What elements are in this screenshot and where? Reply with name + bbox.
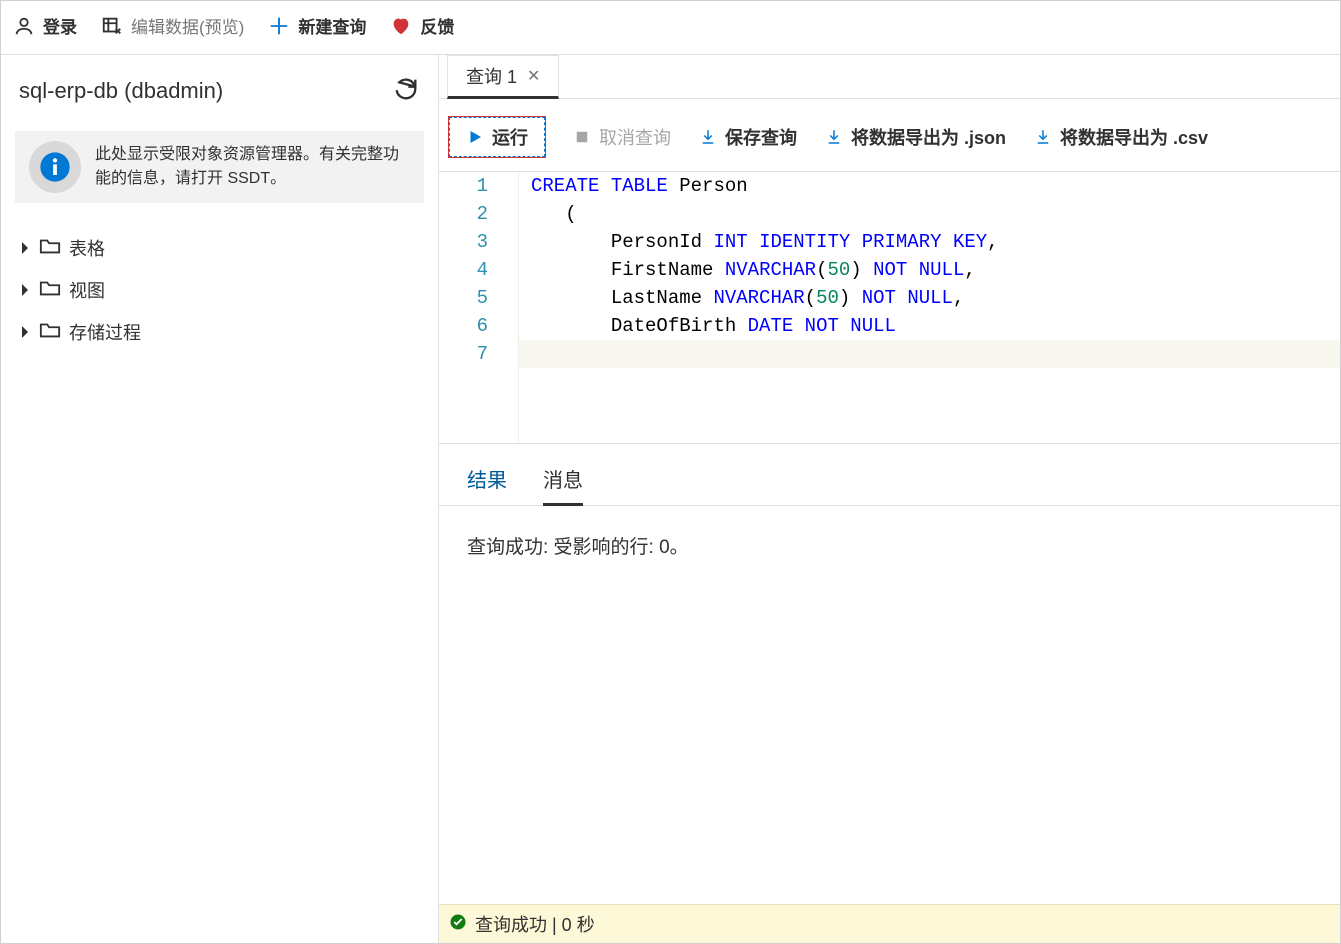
save-query-button[interactable]: 保存查询 (699, 124, 797, 150)
tree-item-label: 视图 (69, 277, 105, 303)
export-json-label: 将数据导出为 .json (851, 124, 1006, 150)
info-icon (29, 141, 81, 193)
results-tab[interactable]: 结果 (467, 464, 507, 505)
tree-item[interactable]: 视图 (15, 269, 424, 311)
query-tabs: 查询 1 ✕ (439, 55, 1340, 99)
caret-right-icon (19, 283, 31, 297)
query-tab[interactable]: 查询 1 ✕ (447, 55, 559, 99)
login-button[interactable]: 登录 (13, 15, 77, 40)
result-message: 查询成功: 受影响的行: 0。 (439, 506, 1340, 904)
query-tab-label: 查询 1 (466, 63, 517, 89)
table-edit-icon (101, 15, 123, 40)
edit-data-label: 编辑数据(预览) (131, 19, 244, 36)
folder-icon (39, 320, 61, 345)
status-text: 查询成功 | 0 秒 (475, 911, 595, 937)
sql-editor[interactable]: 1234567 CREATE TABLE Person ( PersonId I… (439, 172, 1340, 444)
object-tree: 表格视图存储过程 (15, 219, 424, 353)
check-icon (449, 913, 467, 936)
export-csv-button[interactable]: 将数据导出为 .csv (1034, 124, 1208, 150)
run-button[interactable]: 运行 (449, 117, 545, 157)
close-icon[interactable]: ✕ (527, 66, 540, 86)
active-line-highlight (519, 340, 1340, 368)
folder-icon (39, 236, 61, 261)
database-title: sql-erp-db (dbadmin) (19, 78, 223, 104)
feedback-label: 反馈 (420, 19, 454, 36)
sidebar: sql-erp-db (dbadmin) 此处显示受限对象资源管理器。有关完整功… (1, 55, 439, 943)
caret-right-icon (19, 241, 31, 255)
tree-item[interactable]: 存储过程 (15, 311, 424, 353)
folder-icon (39, 278, 61, 303)
new-query-button[interactable]: 新建查询 (268, 15, 366, 40)
plus-icon (268, 15, 290, 40)
new-query-label: 新建查询 (298, 19, 366, 36)
results-pane: 结果 消息 查询成功: 受影响的行: 0。 查询成功 | 0 秒 (439, 444, 1340, 943)
export-csv-label: 将数据导出为 .csv (1060, 124, 1208, 150)
status-bar: 查询成功 | 0 秒 (439, 904, 1340, 943)
tree-item[interactable]: 表格 (15, 227, 424, 269)
user-icon (13, 15, 35, 40)
query-toolbar: 运行 取消查询 保存查询 将数据导出为 .json 将数据导出为 .csv (439, 99, 1340, 172)
export-json-button[interactable]: 将数据导出为 .json (825, 124, 1006, 150)
messages-tab[interactable]: 消息 (543, 464, 583, 506)
info-text: 此处显示受限对象资源管理器。有关完整功能的信息，请打开 SSDT。 (95, 143, 410, 191)
cancel-button: 取消查询 (573, 124, 671, 150)
login-label: 登录 (43, 19, 77, 36)
save-label: 保存查询 (725, 124, 797, 150)
refresh-button[interactable] (392, 75, 420, 107)
tree-item-label: 存储过程 (69, 319, 141, 345)
caret-right-icon (19, 325, 31, 339)
feedback-button[interactable]: 反馈 (390, 15, 454, 40)
tree-item-label: 表格 (69, 235, 105, 261)
cancel-label: 取消查询 (599, 124, 671, 150)
info-banner: 此处显示受限对象资源管理器。有关完整功能的信息，请打开 SSDT。 (15, 131, 424, 203)
edit-data-button[interactable]: 编辑数据(预览) (101, 15, 244, 40)
top-toolbar: 登录 编辑数据(预览) 新建查询 反馈 (1, 1, 1340, 55)
heart-icon (390, 15, 412, 40)
run-label: 运行 (492, 124, 528, 150)
